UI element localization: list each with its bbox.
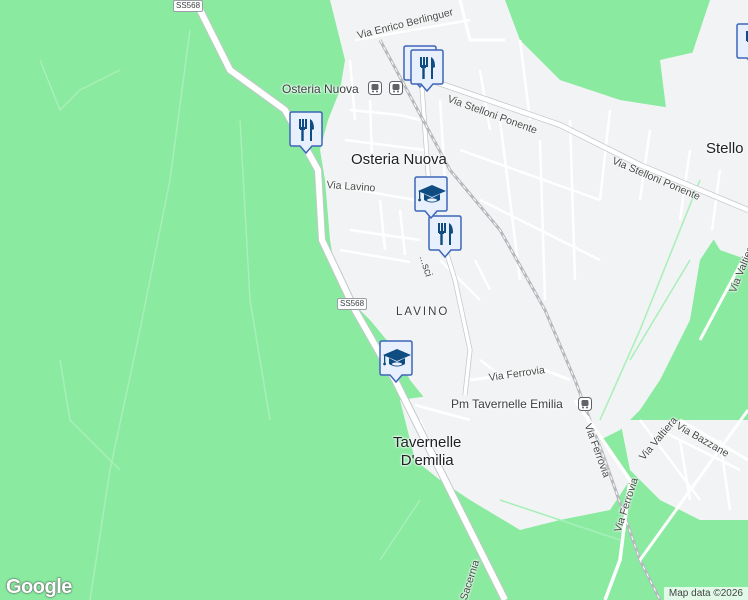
train-station-icon[interactable] bbox=[389, 81, 403, 95]
map-attribution[interactable]: Map data ©2026 bbox=[663, 587, 748, 600]
town-label-osteria-nuova: Osteria Nuova bbox=[351, 151, 447, 168]
restaurant-marker[interactable] bbox=[410, 49, 444, 93]
restaurant-marker[interactable] bbox=[289, 111, 323, 155]
town-label-stello: Stello bbox=[706, 140, 744, 157]
town-label-tavernelle: Tavernelle D'emilia bbox=[393, 434, 462, 469]
area-label-lavino: LAVINO bbox=[396, 306, 450, 318]
school-marker[interactable] bbox=[414, 176, 448, 220]
ss568-shield: SS568 bbox=[173, 0, 204, 12]
restaurant-marker[interactable] bbox=[736, 23, 748, 67]
train-station-icon[interactable] bbox=[578, 397, 592, 411]
school-marker[interactable] bbox=[379, 340, 413, 384]
google-logo[interactable]: Google bbox=[6, 576, 72, 599]
ss568-shield: SS568 bbox=[337, 298, 368, 310]
map-canvas[interactable]: SS568 SS568 Osteria Nuova Tavernelle D'e… bbox=[0, 0, 748, 600]
restaurant-marker[interactable] bbox=[428, 215, 462, 259]
train-station-icon[interactable] bbox=[368, 81, 382, 95]
station-label-osteria-nuova[interactable]: Osteria Nuova bbox=[282, 82, 359, 96]
station-label-tavernelle[interactable]: Pm Tavernelle Emilia bbox=[451, 397, 563, 411]
